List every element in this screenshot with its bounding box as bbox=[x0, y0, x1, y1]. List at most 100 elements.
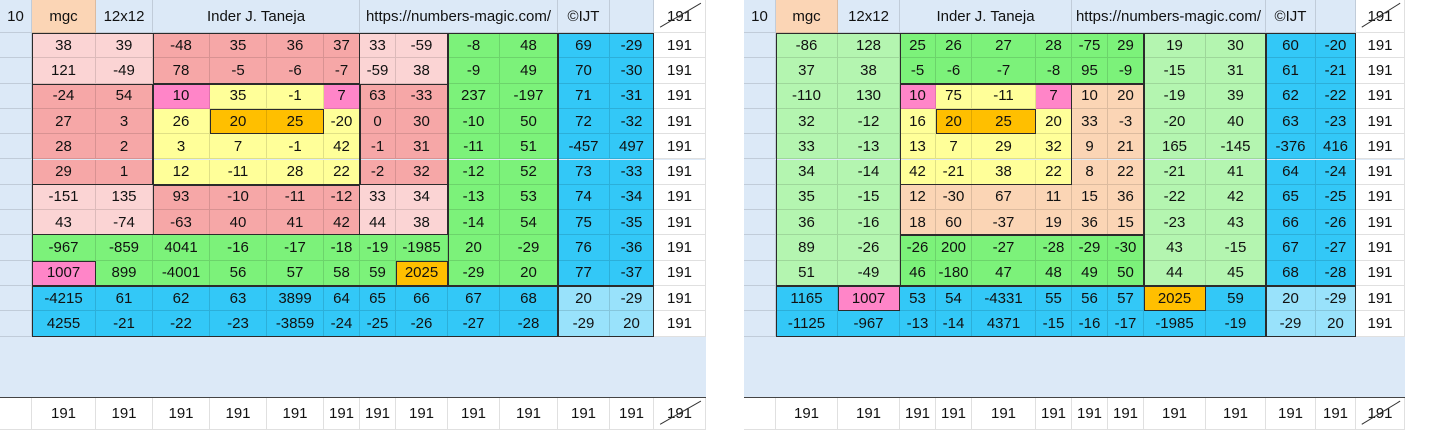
sheet-margin bbox=[0, 311, 32, 337]
magic-cell: 54 bbox=[500, 210, 558, 236]
magic-cell: 73 bbox=[558, 159, 610, 185]
magic-cell: 2 bbox=[96, 134, 153, 160]
magic-cell: 16 bbox=[900, 108, 936, 135]
magic-cell: -26 bbox=[1316, 210, 1356, 236]
magic-cell: -20 bbox=[1316, 33, 1356, 59]
magic-cell: -22 bbox=[1144, 184, 1206, 211]
magic-cell: -18 bbox=[324, 235, 360, 261]
magic-cell: 20 bbox=[610, 311, 654, 337]
row-sum: 191 bbox=[1356, 235, 1405, 261]
magic-cell: 9 bbox=[1072, 134, 1108, 160]
row-sum: 191 bbox=[1356, 33, 1405, 59]
magic-cell: 39 bbox=[96, 33, 153, 59]
size-label: 12x12 bbox=[96, 0, 153, 33]
magic-cell: 1007 bbox=[838, 286, 900, 312]
author-label: Inder J. Taneja bbox=[153, 0, 360, 33]
magic-cell: -20 bbox=[324, 108, 360, 135]
magic-cell: -23 bbox=[1316, 108, 1356, 135]
magic-cell: 237 bbox=[448, 83, 500, 109]
copyright-label: ©IJT bbox=[558, 0, 610, 33]
magic-cell: 51 bbox=[500, 134, 558, 160]
magic-cell: 200 bbox=[936, 235, 972, 261]
magic-cell: 40 bbox=[1206, 108, 1266, 135]
magic-cell: 25 bbox=[267, 108, 324, 135]
magic-cell: -13 bbox=[900, 311, 936, 337]
magic-cell: 41 bbox=[267, 210, 324, 236]
magic-cell: -25 bbox=[1316, 184, 1356, 211]
row-sum: 191 bbox=[1356, 311, 1405, 337]
sheet-margin bbox=[744, 210, 776, 236]
magic-cell: -9 bbox=[1108, 58, 1144, 84]
magic-cell: -17 bbox=[267, 235, 324, 261]
magic-cell: -1125 bbox=[776, 311, 838, 337]
row-sum: 191 bbox=[654, 108, 706, 135]
magic-cell: -19 bbox=[1206, 311, 1266, 337]
magic-cell: -59 bbox=[360, 58, 396, 84]
row-sum: 191 bbox=[1356, 184, 1405, 211]
copyright-label: ©IJT bbox=[1266, 0, 1316, 33]
magic-cell: 44 bbox=[360, 210, 396, 236]
magic-cell: 4255 bbox=[32, 311, 96, 337]
magic-cell: 15 bbox=[1108, 210, 1144, 236]
sheet-margin bbox=[744, 184, 776, 211]
magic-cell: -13 bbox=[838, 134, 900, 160]
magic-cell: 93 bbox=[153, 184, 210, 211]
size-label: 12x12 bbox=[838, 0, 900, 33]
magic-cell: 28 bbox=[32, 134, 96, 160]
magic-cell: -48 bbox=[153, 33, 210, 59]
magic-cell: -29 bbox=[448, 260, 500, 286]
magic-cell: 42 bbox=[1206, 184, 1266, 211]
sheet-margin bbox=[744, 58, 776, 84]
magic-cell: 416 bbox=[1316, 134, 1356, 160]
magic-cell: -6 bbox=[267, 58, 324, 84]
magic-cell: -29 bbox=[500, 235, 558, 261]
sheet-margin bbox=[744, 311, 776, 337]
magic-cell: 22 bbox=[324, 159, 360, 185]
magic-cell: 89 bbox=[776, 235, 838, 261]
magic-cell: 56 bbox=[1072, 286, 1108, 312]
url-label: https://numbers-magic.com/ bbox=[360, 0, 558, 33]
magic-cell: -21 bbox=[1316, 58, 1356, 84]
magic-cell: 70 bbox=[558, 58, 610, 84]
magic-cell: 20 bbox=[500, 260, 558, 286]
magic-cell: 44 bbox=[1144, 260, 1206, 286]
row-sum: 191 bbox=[1356, 260, 1405, 286]
magic-cell: -24 bbox=[32, 83, 96, 109]
magic-cell: 19 bbox=[1144, 33, 1206, 59]
magic-cell: 61 bbox=[1266, 58, 1316, 84]
magic-cell: -1985 bbox=[1144, 311, 1206, 337]
magic-cell: 29 bbox=[972, 134, 1036, 160]
magic-cell: 53 bbox=[500, 184, 558, 211]
magic-cell: 4371 bbox=[972, 311, 1036, 337]
column-sum: 191 bbox=[610, 398, 654, 430]
magic-cell: 40 bbox=[210, 210, 267, 236]
magic-cell: 13 bbox=[900, 134, 936, 160]
magic-cell: -3859 bbox=[267, 311, 324, 337]
magic-cell: 25 bbox=[900, 33, 936, 59]
magic-cell: -4001 bbox=[153, 260, 210, 286]
magic-cell: 20 bbox=[1036, 108, 1072, 135]
magic-cell: 28 bbox=[267, 159, 324, 185]
corner-sum-bottom: 191 bbox=[654, 398, 706, 430]
magic-cell: -11 bbox=[267, 184, 324, 211]
magic-cell: 7 bbox=[1036, 83, 1072, 109]
magic-cell: -20 bbox=[1144, 108, 1206, 135]
magic-cell: 57 bbox=[267, 260, 324, 286]
sheet-margin bbox=[0, 83, 32, 109]
column-sum: 191 bbox=[1206, 398, 1266, 430]
sheet-margin bbox=[0, 210, 32, 236]
row-sum: 191 bbox=[654, 159, 706, 185]
magic-cell: -29 bbox=[610, 33, 654, 59]
column-sum: 191 bbox=[972, 398, 1036, 430]
row-sum: 191 bbox=[1356, 83, 1405, 109]
sheet-margin bbox=[0, 58, 32, 84]
corner-sum-bottom: 191 bbox=[1356, 398, 1405, 430]
magic-cell: -27 bbox=[972, 235, 1036, 261]
header-filler bbox=[610, 0, 654, 33]
magic-cell: -22 bbox=[153, 311, 210, 337]
magic-cell: 26 bbox=[936, 33, 972, 59]
row-sum: 191 bbox=[654, 33, 706, 59]
magic-cell: 75 bbox=[558, 210, 610, 236]
magic-cell: 27 bbox=[972, 33, 1036, 59]
magic-cell: 20 bbox=[936, 108, 972, 135]
